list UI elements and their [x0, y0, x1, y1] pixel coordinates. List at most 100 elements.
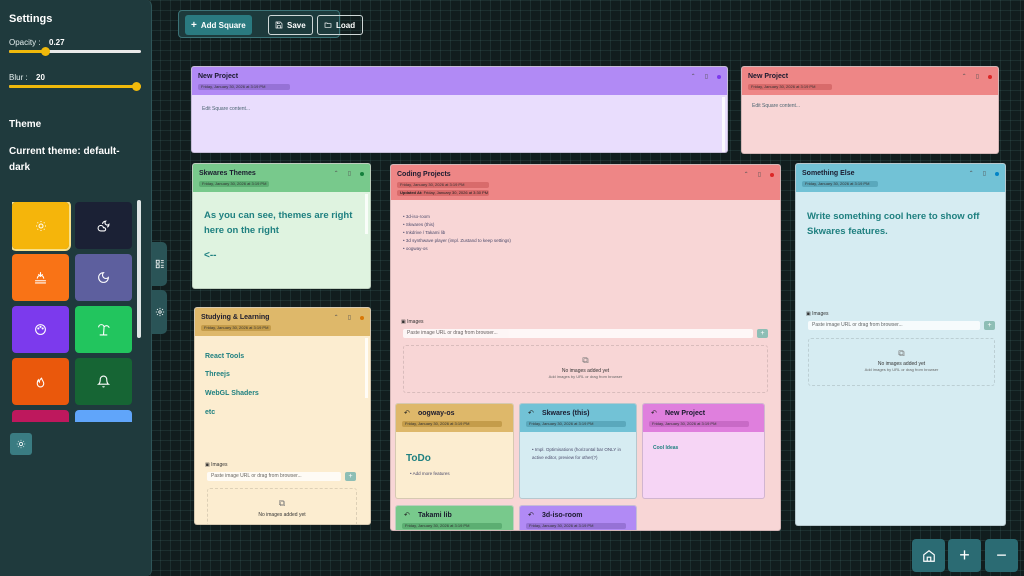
add-image-button[interactable]: + [757, 329, 768, 338]
moon-icon [98, 272, 109, 283]
image-url-input[interactable]: Paste image URL or drag from browser... [403, 329, 753, 338]
add-square-button[interactable]: + Add Square [185, 15, 252, 35]
square-skwares-themes[interactable]: Skwares Themes Friday, January 30, 2026 … [192, 163, 371, 289]
subsquare-new-project[interactable]: New Project ↶ Friday, January 30, 2026 a… [642, 403, 765, 499]
color-dot[interactable] [360, 316, 364, 320]
square-header[interactable]: Skwares (this) ↶ Friday, January 30, 202… [520, 404, 636, 432]
square-new-project-2[interactable]: New Project Friday, January 30, 2026 at … [741, 66, 999, 154]
theme-scrollbar[interactable] [137, 200, 141, 338]
theme-toggle-button[interactable] [10, 433, 32, 455]
trash-icon[interactable]: ▯ [705, 74, 708, 80]
subsquare-skwares[interactable]: Skwares (this) ↶ Friday, January 30, 202… [519, 403, 637, 499]
external-link-icon: ⧉ [278, 498, 286, 508]
opacity-slider[interactable] [9, 47, 141, 56]
cloud-moon-icon [97, 220, 110, 232]
subsquare-3d-iso-room[interactable]: 3d-iso-room ↶ Friday, January 30, 2026 a… [519, 505, 637, 530]
palette-icon [35, 324, 46, 335]
theme-option-sun[interactable] [12, 202, 71, 251]
trash-icon[interactable]: ▯ [983, 171, 986, 177]
settings-panel: Settings Opacity : 0.27 Blur : 20 Theme … [0, 0, 152, 576]
opacity-slider-handle[interactable] [41, 47, 50, 56]
load-button[interactable]: Load [317, 15, 363, 35]
square-header[interactable]: Something Else Friday, January 30, 2026 … [796, 164, 1005, 192]
layout-panel-tab[interactable] [152, 242, 167, 286]
trash-icon[interactable]: ▯ [348, 315, 351, 321]
square-header[interactable]: New Project Friday, January 30, 2026 at … [192, 67, 727, 95]
project-list[interactable]: 3d-iso-room Skwares (this) Inkdrive / Ta… [403, 213, 511, 253]
theme-option-flame[interactable] [12, 358, 69, 405]
square-header[interactable]: Skwares Themes Friday, January 30, 2026 … [193, 164, 370, 192]
image-url-input[interactable]: Paste image URL or drag from browser... [207, 472, 341, 481]
square-header[interactable]: New Project ↶ Friday, January 30, 2026 a… [643, 404, 764, 432]
square-header[interactable]: New Project Friday, January 30, 2026 at … [742, 67, 998, 95]
trash-icon[interactable]: ▯ [348, 171, 351, 177]
image-dropzone[interactable]: ⧉ No images added yet Add images by URL … [403, 345, 768, 393]
collapse-icon[interactable]: ⌃ [691, 74, 696, 80]
collapse-icon[interactable]: ⌃ [334, 171, 339, 177]
theme-option-moon[interactable] [75, 254, 132, 301]
image-url-input[interactable]: Paste image URL or drag from browser... [808, 321, 980, 330]
collapse-icon[interactable]: ⌃ [962, 74, 967, 80]
theme-option-9[interactable] [12, 410, 69, 422]
subsquare-oogway-os[interactable]: oogway-os ↶ Friday, January 30, 2026 at … [395, 403, 514, 499]
add-image-button[interactable]: + [984, 321, 995, 330]
subsquare-list[interactable]: Impl. Optimisations (horizontal bar ONLY… [532, 446, 632, 462]
square-date: Friday, January 30, 2026 at 3:19 PM [402, 421, 502, 427]
theme-option-bell[interactable] [75, 358, 132, 405]
blur-label: Blur : [9, 73, 28, 82]
square-content[interactable]: Write something cool here to show off Sk… [807, 209, 1002, 239]
collapse-icon[interactable]: ⌃ [744, 172, 749, 178]
collapse-icon[interactable]: ⌃ [969, 171, 974, 177]
trash-icon[interactable]: ▯ [976, 74, 979, 80]
square-content[interactable]: As you can see, themes are right here on… [204, 208, 354, 238]
collapse-icon[interactable]: ⌃ [334, 315, 339, 321]
square-scrollbar[interactable] [365, 194, 368, 234]
blur-slider[interactable] [9, 82, 141, 91]
square-something-else[interactable]: Something Else Friday, January 30, 2026 … [795, 163, 1006, 526]
image-dropzone[interactable]: ⧉ No images added yet Add images by URL … [808, 338, 995, 386]
subsquare-list[interactable]: Add more features [410, 470, 450, 478]
square-header[interactable]: Coding Projects Friday, January 30, 2026… [391, 165, 780, 200]
square-studying[interactable]: Studying & Learning Friday, January 30, … [194, 307, 371, 525]
home-button[interactable] [912, 539, 945, 572]
square-scrollbar[interactable] [722, 97, 725, 152]
zoom-out-button[interactable]: − [985, 539, 1018, 572]
blur-value: 20 [36, 73, 45, 82]
zoom-in-button[interactable]: + [948, 539, 981, 572]
square-header[interactable]: Studying & Learning Friday, January 30, … [195, 308, 370, 336]
theme-option-palm-tree[interactable] [75, 306, 132, 353]
color-dot[interactable] [995, 172, 999, 176]
add-image-button[interactable]: + [345, 472, 356, 481]
trash-icon[interactable]: ▯ [758, 172, 761, 178]
square-header[interactable]: 3d-iso-room ↶ Friday, January 30, 2026 a… [520, 506, 636, 530]
square-content[interactable]: Cool Ideas [653, 445, 678, 451]
undo-icon[interactable]: ↶ [528, 511, 534, 519]
settings-panel-tab[interactable] [152, 290, 167, 334]
theme-option-palette[interactable] [12, 306, 69, 353]
sun-icon [16, 439, 26, 449]
undo-icon[interactable]: ↶ [528, 409, 534, 417]
square-scrollbar[interactable] [365, 338, 368, 398]
subsquare-takami-lib[interactable]: Takami lib ↶ Friday, January 30, 2026 at… [395, 505, 514, 530]
square-date: Friday, January 30, 2026 at 3:19 PM [802, 181, 878, 187]
square-coding-projects[interactable]: Coding Projects Friday, January 30, 2026… [390, 164, 781, 531]
square-content[interactable]: Edit Square content... [202, 106, 250, 112]
color-dot[interactable] [770, 173, 774, 177]
plus-icon: + [191, 19, 197, 31]
theme-option-sunset[interactable] [12, 254, 69, 301]
color-dot[interactable] [360, 172, 364, 176]
undo-icon[interactable]: ↶ [404, 409, 410, 417]
undo-icon[interactable]: ↶ [404, 511, 410, 519]
square-new-project[interactable]: New Project Friday, January 30, 2026 at … [191, 66, 728, 153]
blur-slider-handle[interactable] [132, 82, 141, 91]
color-dot[interactable] [717, 75, 721, 79]
square-header[interactable]: Takami lib ↶ Friday, January 30, 2026 at… [396, 506, 513, 530]
square-header[interactable]: oogway-os ↶ Friday, January 30, 2026 at … [396, 404, 513, 432]
undo-icon[interactable]: ↶ [651, 409, 657, 417]
image-dropzone[interactable]: ⧉ No images added yet [207, 488, 357, 524]
color-dot[interactable] [988, 75, 992, 79]
save-button[interactable]: Save [268, 15, 313, 35]
theme-option-10[interactable] [75, 410, 132, 422]
theme-option-cloud-moon[interactable] [75, 202, 132, 249]
square-content[interactable]: Edit Square content... [752, 103, 800, 109]
